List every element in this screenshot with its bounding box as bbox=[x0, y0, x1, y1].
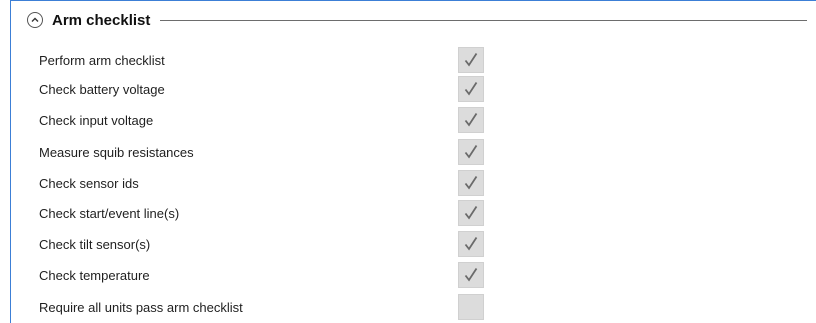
checklist-row-temperature: Check temperature bbox=[39, 260, 499, 290]
row-label: Perform arm checklist bbox=[39, 52, 165, 68]
checklist-row-perform-arm: Perform arm checklist bbox=[39, 45, 499, 75]
checklist-row-squib-resistances: Measure squib resistances bbox=[39, 137, 499, 167]
checkbox[interactable] bbox=[458, 231, 484, 257]
check-icon bbox=[464, 206, 478, 220]
row-label: Check battery voltage bbox=[39, 81, 165, 97]
row-label: Check start/event line(s) bbox=[39, 205, 180, 221]
checklist-row-tilt-sensors: Check tilt sensor(s) bbox=[39, 229, 499, 259]
checkbox[interactable] bbox=[458, 139, 484, 165]
checkbox[interactable] bbox=[458, 262, 484, 288]
check-icon bbox=[464, 113, 478, 127]
checklist-row-battery-voltage: Check battery voltage bbox=[39, 74, 499, 104]
checkbox[interactable] bbox=[458, 47, 484, 73]
header-divider bbox=[160, 20, 807, 21]
section-title: Arm checklist bbox=[52, 11, 151, 29]
check-icon bbox=[464, 176, 478, 190]
check-icon bbox=[464, 237, 478, 251]
row-label: Check sensor ids bbox=[39, 175, 139, 191]
checkbox[interactable] bbox=[458, 107, 484, 133]
checkbox[interactable] bbox=[458, 76, 484, 102]
checklist-row-sensor-ids: Check sensor ids bbox=[39, 168, 499, 198]
row-label: Measure squib resistances bbox=[39, 144, 194, 160]
checkbox[interactable] bbox=[458, 294, 484, 320]
section-header: Arm checklist bbox=[27, 9, 807, 31]
checkbox[interactable] bbox=[458, 170, 484, 196]
checklist-row-input-voltage: Check input voltage bbox=[39, 105, 499, 135]
check-icon bbox=[464, 82, 478, 96]
row-label: Check temperature bbox=[39, 267, 150, 283]
row-label: Check tilt sensor(s) bbox=[39, 236, 151, 252]
row-label: Check input voltage bbox=[39, 112, 154, 128]
checklist-row-require-all-units: Require all units pass arm checklist bbox=[39, 292, 499, 322]
check-icon bbox=[464, 268, 478, 282]
row-label: Require all units pass arm checklist bbox=[39, 299, 243, 315]
collapse-button[interactable] bbox=[27, 12, 43, 28]
check-icon bbox=[464, 145, 478, 159]
chevron-up-icon bbox=[31, 17, 39, 22]
checklist-row-start-event-lines: Check start/event line(s) bbox=[39, 198, 499, 228]
check-icon bbox=[464, 53, 478, 67]
checkbox[interactable] bbox=[458, 200, 484, 226]
